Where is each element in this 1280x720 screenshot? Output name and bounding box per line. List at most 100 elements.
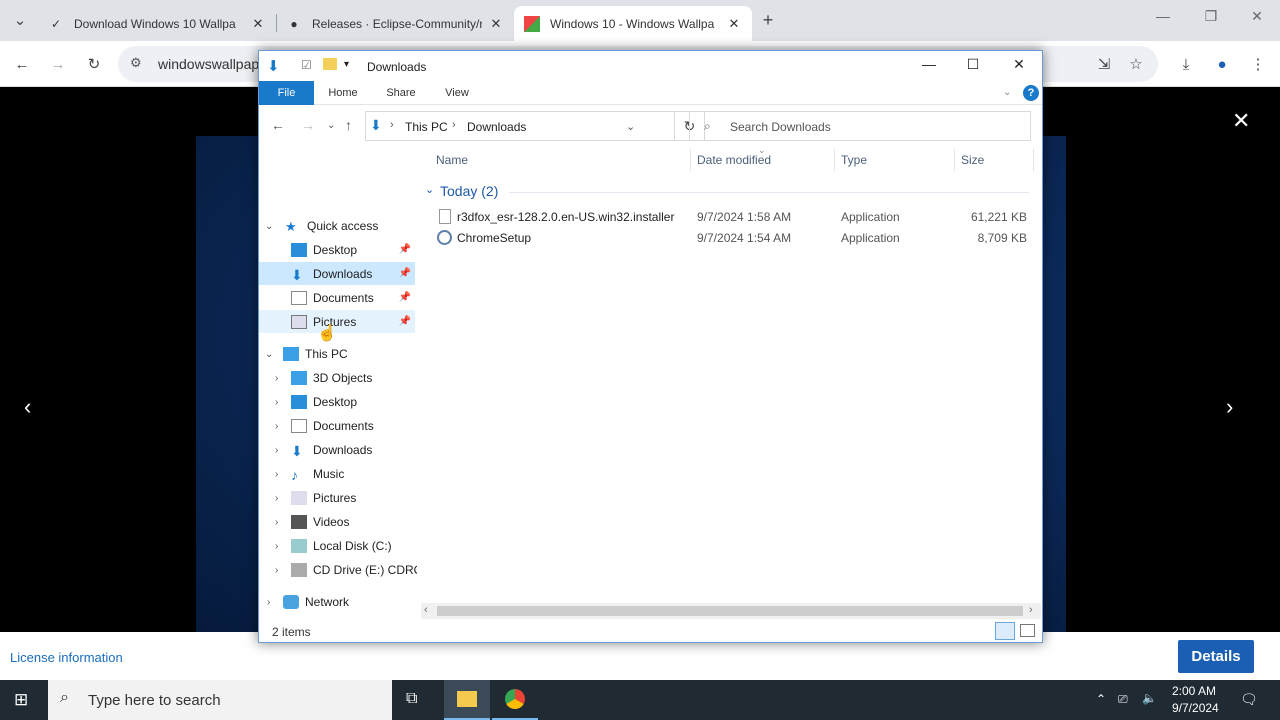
restore-icon[interactable]: ❐	[1188, 8, 1234, 25]
reload-icon[interactable]: ↻	[82, 52, 106, 76]
nav-pc-item[interactable]: CD Drive (E:) CDROI	[291, 558, 417, 581]
file-row[interactable]: ChromeSetup 9/7/2024 1:54 AM Application…	[435, 228, 1035, 249]
taskbar-chrome[interactable]	[492, 680, 538, 720]
chevron-right-icon[interactable]: ›	[275, 421, 278, 432]
file-row[interactable]: r3dfox_esr-128.2.0.en-US.win32.installer…	[435, 207, 1035, 228]
nav-pc-item[interactable]: 3D Objects	[291, 366, 372, 389]
large-icons-view-icon[interactable]	[1020, 624, 1035, 637]
quick-access-dropdown-icon[interactable]: ▾	[344, 59, 349, 70]
address-breadcrumb[interactable]: ⬇ › This PC › Downloads ⌄	[365, 111, 675, 141]
help-icon[interactable]: ?	[1023, 85, 1039, 101]
next-image-icon[interactable]: ›	[1226, 394, 1233, 420]
nav-pc-item[interactable]: ♪ Music	[291, 462, 344, 485]
details-view-icon[interactable]	[995, 622, 1015, 640]
browser-tab-2[interactable]: ● Releases · Eclipse-Community/r ✕	[276, 6, 514, 41]
volume-icon[interactable]: 🔈	[1142, 691, 1157, 705]
tab-share[interactable]: Share	[379, 81, 423, 105]
maximize-icon[interactable]: ☐	[953, 56, 993, 73]
network-tray-icon[interactable]: ⎚	[1118, 692, 1128, 707]
search-box[interactable]: ⌕ Search Downloads	[689, 111, 1031, 141]
back-icon[interactable]: ←	[10, 52, 34, 76]
show-hidden-icons[interactable]: ⌃	[1096, 692, 1106, 706]
nav-quick-access[interactable]: ★ Quick access	[285, 214, 378, 237]
chevron-right-icon[interactable]: ›	[275, 565, 278, 576]
nav-pc-item[interactable]: Documents	[291, 414, 374, 437]
chevron-right-icon[interactable]: ›	[275, 493, 278, 504]
nav-pc-item[interactable]: Desktop	[291, 390, 357, 413]
license-link[interactable]: License information	[10, 650, 123, 665]
back-icon[interactable]: ←	[271, 117, 285, 133]
details-button[interactable]: Details	[1178, 640, 1254, 673]
group-collapse-icon[interactable]: ⌄	[425, 183, 434, 196]
chevron-right-icon[interactable]: ›	[275, 469, 278, 480]
nav-pc-item[interactable]: Pictures	[291, 486, 356, 509]
column-type[interactable]: Type	[841, 153, 867, 167]
install-app-icon[interactable]: ⇲	[1092, 52, 1116, 76]
close-tab-icon[interactable]: ✕	[488, 16, 504, 32]
taskbar-file-explorer[interactable]	[444, 680, 490, 720]
close-tab-icon[interactable]: ✕	[250, 16, 266, 32]
chevron-down-icon[interactable]: ⌄	[265, 221, 273, 232]
new-tab-icon[interactable]: +	[756, 8, 780, 32]
new-folder-icon[interactable]	[323, 58, 337, 70]
tab-view[interactable]: View	[435, 81, 479, 105]
close-window-icon[interactable]: ✕	[1234, 8, 1280, 25]
download-icon[interactable]: ⤓	[1174, 52, 1198, 76]
column-name[interactable]: Name	[436, 153, 468, 167]
chevron-right-icon[interactable]: ›	[267, 597, 270, 608]
tab-search-icon[interactable]: ⌄	[8, 8, 32, 32]
site-info-icon[interactable]: ⚙	[130, 55, 142, 71]
clock-time[interactable]: 2:00 AM	[1172, 684, 1216, 698]
close-tab-icon[interactable]: ✕	[726, 16, 742, 32]
chevron-right-icon[interactable]: ›	[275, 397, 278, 408]
horizontal-scrollbar[interactable]: ‹ ›	[421, 603, 1041, 619]
nav-network[interactable]: Network	[283, 590, 349, 613]
scroll-right-icon[interactable]: ›	[1029, 604, 1033, 616]
address-dropdown-icon[interactable]: ⌄	[626, 120, 635, 133]
notifications-icon[interactable]: 🗨	[1240, 691, 1258, 708]
properties-icon[interactable]: ☑	[301, 58, 312, 72]
nav-qa-pictures[interactable]: Pictures 📌	[259, 310, 415, 333]
nav-pc-item[interactable]: ⬇ Downloads	[291, 438, 372, 461]
forward-icon[interactable]: →	[301, 117, 315, 133]
chevron-right-icon[interactable]: ›	[275, 373, 278, 384]
clock-date[interactable]: 9/7/2024	[1172, 701, 1219, 715]
nav-pc-item[interactable]: Videos	[291, 510, 349, 533]
tab-title: Windows 10 - Windows Wallpa	[550, 16, 715, 31]
column-size[interactable]: Size	[961, 153, 984, 167]
browser-tab-1[interactable]: ✓ Download Windows 10 Wallpa ✕	[38, 6, 276, 41]
breadcrumb-downloads[interactable]: Downloads	[467, 120, 526, 134]
menu-icon[interactable]: ⋮	[1246, 52, 1270, 76]
close-viewer-icon[interactable]: ✕	[1232, 108, 1250, 134]
profile-icon[interactable]: ●	[1210, 52, 1234, 76]
minimize-icon[interactable]: —	[1140, 8, 1186, 24]
windows-start-icon[interactable]: ⊞	[14, 690, 28, 710]
nav-qa-documents[interactable]: Documents 📌	[259, 286, 415, 309]
chevron-right-icon[interactable]: ›	[275, 445, 278, 456]
group-header[interactable]: Today (2)	[440, 183, 498, 199]
chevron-right-icon[interactable]: ›	[275, 517, 278, 528]
up-icon[interactable]: ↑	[345, 117, 352, 133]
nav-pc-item[interactable]: Local Disk (C:)	[291, 534, 392, 557]
expand-ribbon-icon[interactable]: ⌄	[1003, 87, 1011, 98]
nav-qa-desktop[interactable]: Desktop 📌	[259, 238, 415, 261]
close-icon[interactable]: ✕	[999, 56, 1039, 73]
minimize-icon[interactable]: —	[909, 56, 949, 72]
forward-icon[interactable]: →	[46, 52, 70, 76]
column-date-modified[interactable]: Date modified	[697, 153, 771, 167]
recent-locations-icon[interactable]: ⌄	[327, 120, 335, 131]
scroll-left-icon[interactable]: ‹	[424, 604, 428, 616]
nav-qa-downloads[interactable]: ⬇ Downloads 📌	[259, 262, 415, 285]
task-view-icon[interactable]: ⧉	[406, 690, 417, 708]
prev-image-icon[interactable]: ‹	[24, 394, 31, 420]
breadcrumb-this-pc[interactable]: This PC	[405, 120, 448, 134]
chevron-down-icon[interactable]: ⌄	[265, 349, 273, 360]
tab-file[interactable]: File	[259, 81, 314, 105]
browser-tab-3[interactable]: Windows 10 - Windows Wallpa ✕	[514, 6, 752, 41]
bookmark-star-icon[interactable]: ☆	[1124, 52, 1148, 76]
scrollbar-thumb[interactable]	[437, 606, 1023, 616]
chevron-right-icon[interactable]: ›	[275, 541, 278, 552]
tab-home[interactable]: Home	[321, 81, 365, 105]
taskbar-search-box[interactable]: ⌕ Type here to search	[48, 680, 392, 720]
nav-this-pc[interactable]: This PC	[283, 342, 348, 365]
